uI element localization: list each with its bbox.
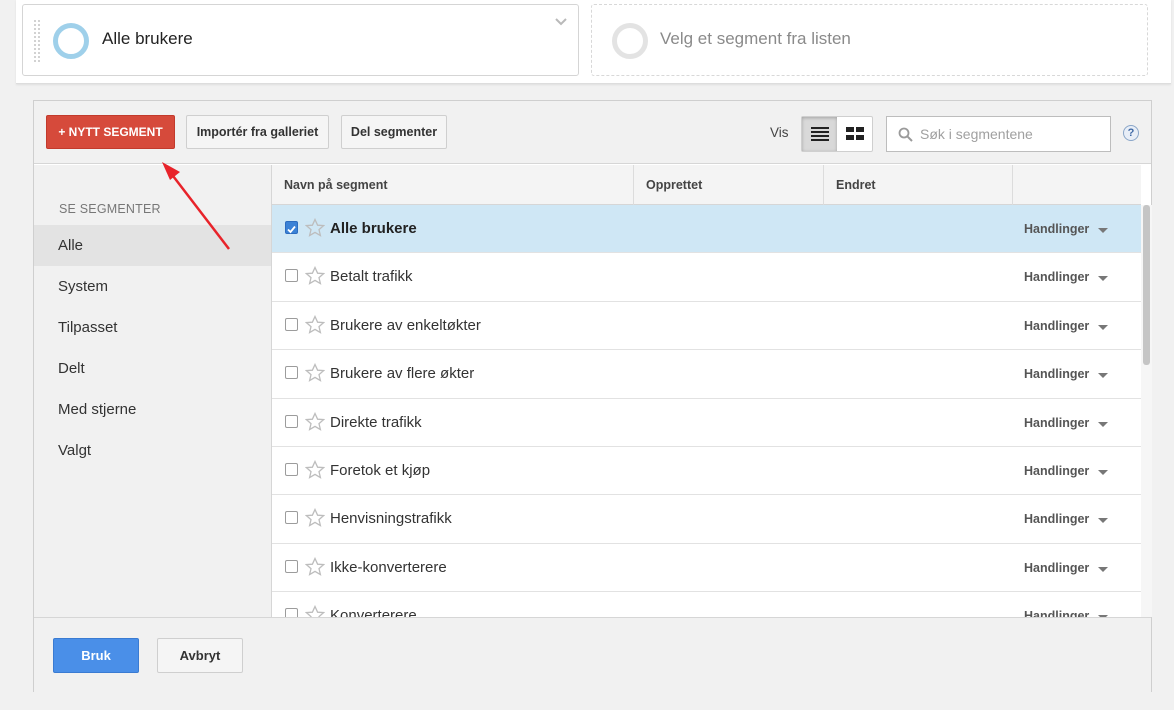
table-scrollbar[interactable] bbox=[1141, 205, 1152, 617]
search-icon bbox=[898, 127, 913, 142]
star-icon[interactable] bbox=[305, 508, 325, 528]
row-checkbox[interactable] bbox=[285, 269, 298, 283]
table-row[interactable]: Direkte trafikk Handlinger bbox=[272, 398, 1141, 447]
row-checkbox[interactable] bbox=[285, 221, 298, 234]
star-icon[interactable] bbox=[305, 411, 325, 432]
table-row[interactable]: Brukere av flere økter Handlinger bbox=[272, 350, 1141, 399]
actions-menu[interactable]: Handlinger bbox=[1024, 270, 1089, 284]
row-checkbox[interactable] bbox=[285, 511, 298, 525]
segment-name[interactable]: Konverterere bbox=[330, 607, 417, 617]
actions-menu[interactable]: Handlinger bbox=[1024, 416, 1089, 430]
sidebar-heading: SE SEGMENTER bbox=[59, 202, 161, 216]
table-row[interactable]: Foretok et kjøp Handlinger bbox=[272, 446, 1141, 496]
checkmark-icon bbox=[287, 225, 296, 234]
star-icon[interactable] bbox=[305, 218, 325, 238]
actions-menu[interactable]: Handlinger bbox=[1024, 609, 1089, 617]
sidebar-item-system[interactable]: System bbox=[34, 266, 271, 307]
sidebar-item-alle[interactable]: Alle bbox=[34, 225, 271, 266]
star-icon[interactable] bbox=[305, 314, 325, 335]
actions-menu[interactable]: Handlinger bbox=[1024, 512, 1089, 526]
caret-down-icon[interactable] bbox=[1098, 566, 1108, 572]
actions-menu[interactable]: Handlinger bbox=[1024, 222, 1089, 236]
sidebar: SE SEGMENTER Alle System Tilpasset Delt … bbox=[34, 165, 272, 617]
segment-bar: Alle brukere Velg et segment fra listen bbox=[16, 0, 1171, 84]
caret-down-icon[interactable] bbox=[1098, 518, 1108, 524]
segment-picker-panel: + NYTT SEGMENT Importér fra galleriet De… bbox=[33, 100, 1152, 692]
table-row[interactable]: Konverterere Handlinger bbox=[272, 592, 1141, 617]
help-icon[interactable]: ? bbox=[1123, 125, 1139, 141]
segment-search bbox=[886, 116, 1111, 152]
table-body: Alle brukere Handlinger Betalt trafikk Hand… bbox=[272, 205, 1141, 617]
sidebar-item-med-stjerne[interactable]: Med stjerne bbox=[34, 389, 271, 430]
scrollbar-thumb[interactable] bbox=[1143, 205, 1150, 365]
empty-ring-icon bbox=[612, 23, 648, 59]
segment-name[interactable]: Foretok et kjøp bbox=[330, 462, 430, 479]
chevron-down-icon[interactable] bbox=[554, 15, 568, 29]
drag-handle-icon[interactable] bbox=[33, 19, 41, 63]
star-icon[interactable] bbox=[305, 605, 325, 617]
share-segments-button[interactable]: Del segmenter bbox=[341, 115, 447, 149]
search-input[interactable] bbox=[920, 125, 1100, 143]
grid-view-button[interactable] bbox=[837, 117, 872, 151]
star-icon[interactable] bbox=[305, 556, 325, 577]
view-toggle bbox=[801, 116, 873, 152]
star-icon[interactable] bbox=[305, 266, 325, 286]
view-label: Vis bbox=[770, 125, 789, 140]
table-row[interactable]: Betalt trafikk Handlinger bbox=[272, 253, 1141, 302]
segment-name[interactable]: Alle brukere bbox=[330, 220, 417, 237]
caret-down-icon[interactable] bbox=[1098, 276, 1108, 282]
list-view-icon bbox=[810, 127, 829, 141]
apply-button[interactable]: Bruk bbox=[53, 638, 139, 673]
new-segment-button[interactable]: + NYTT SEGMENT bbox=[46, 115, 175, 149]
sidebar-item-valgt[interactable]: Valgt bbox=[34, 430, 271, 471]
list-view-button[interactable] bbox=[802, 117, 837, 151]
column-header-modified[interactable]: Endret bbox=[824, 165, 1013, 205]
row-checkbox[interactable] bbox=[285, 414, 298, 428]
column-header-created[interactable]: Opprettet bbox=[634, 165, 824, 205]
sidebar-item-tilpasset[interactable]: Tilpasset bbox=[34, 307, 271, 348]
active-segment-card[interactable]: Alle brukere bbox=[22, 4, 579, 76]
empty-segment-slot[interactable]: Velg et segment fra listen bbox=[591, 4, 1148, 76]
segment-name[interactable]: Ikke-konverterere bbox=[330, 559, 447, 576]
column-header-name[interactable]: Navn på segment bbox=[272, 165, 634, 205]
caret-down-icon[interactable] bbox=[1098, 373, 1108, 379]
table-row[interactable]: Henvisningstrafikk Handlinger bbox=[272, 495, 1141, 544]
star-icon[interactable] bbox=[305, 459, 325, 480]
caret-down-icon[interactable] bbox=[1098, 228, 1108, 233]
segment-name[interactable]: Direkte trafikk bbox=[330, 414, 422, 431]
segment-ring-icon bbox=[53, 23, 89, 59]
grid-view-icon bbox=[845, 127, 864, 140]
actions-menu[interactable]: Handlinger bbox=[1024, 367, 1089, 381]
toolbar: + NYTT SEGMENT Importér fra galleriet De… bbox=[34, 101, 1151, 164]
table-row[interactable]: Brukere av enkeltøkter Handlinger bbox=[272, 301, 1141, 351]
segment-name[interactable]: Brukere av flere økter bbox=[330, 365, 474, 382]
row-checkbox[interactable] bbox=[285, 366, 298, 380]
table-row[interactable]: Alle brukere Handlinger bbox=[272, 205, 1141, 254]
actions-menu[interactable]: Handlinger bbox=[1024, 561, 1089, 575]
footer: Bruk Avbryt bbox=[34, 617, 1151, 692]
actions-menu[interactable]: Handlinger bbox=[1024, 319, 1089, 333]
row-checkbox[interactable] bbox=[285, 608, 298, 617]
table-header: Navn på segment Opprettet Endret bbox=[272, 165, 1141, 205]
star-icon[interactable] bbox=[305, 363, 325, 383]
segment-table: Navn på segment Opprettet Endret Alle br… bbox=[272, 165, 1141, 617]
segment-name[interactable]: Henvisningstrafikk bbox=[330, 510, 452, 527]
import-gallery-button[interactable]: Importér fra galleriet bbox=[186, 115, 329, 149]
empty-segment-placeholder: Velg et segment fra listen bbox=[660, 29, 851, 48]
segment-name[interactable]: Brukere av enkeltøkter bbox=[330, 317, 481, 334]
cancel-button[interactable]: Avbryt bbox=[157, 638, 243, 673]
segment-name[interactable]: Betalt trafikk bbox=[330, 268, 413, 285]
caret-down-icon[interactable] bbox=[1098, 324, 1108, 330]
sidebar-item-delt[interactable]: Delt bbox=[34, 348, 271, 389]
row-checkbox[interactable] bbox=[285, 317, 298, 331]
active-segment-label: Alle brukere bbox=[102, 29, 193, 48]
actions-menu[interactable]: Handlinger bbox=[1024, 464, 1089, 478]
row-checkbox[interactable] bbox=[285, 559, 298, 573]
caret-down-icon[interactable] bbox=[1098, 469, 1108, 475]
table-row[interactable]: Ikke-konverterere Handlinger bbox=[272, 543, 1141, 593]
row-checkbox[interactable] bbox=[285, 462, 298, 476]
caret-down-icon[interactable] bbox=[1098, 421, 1108, 427]
